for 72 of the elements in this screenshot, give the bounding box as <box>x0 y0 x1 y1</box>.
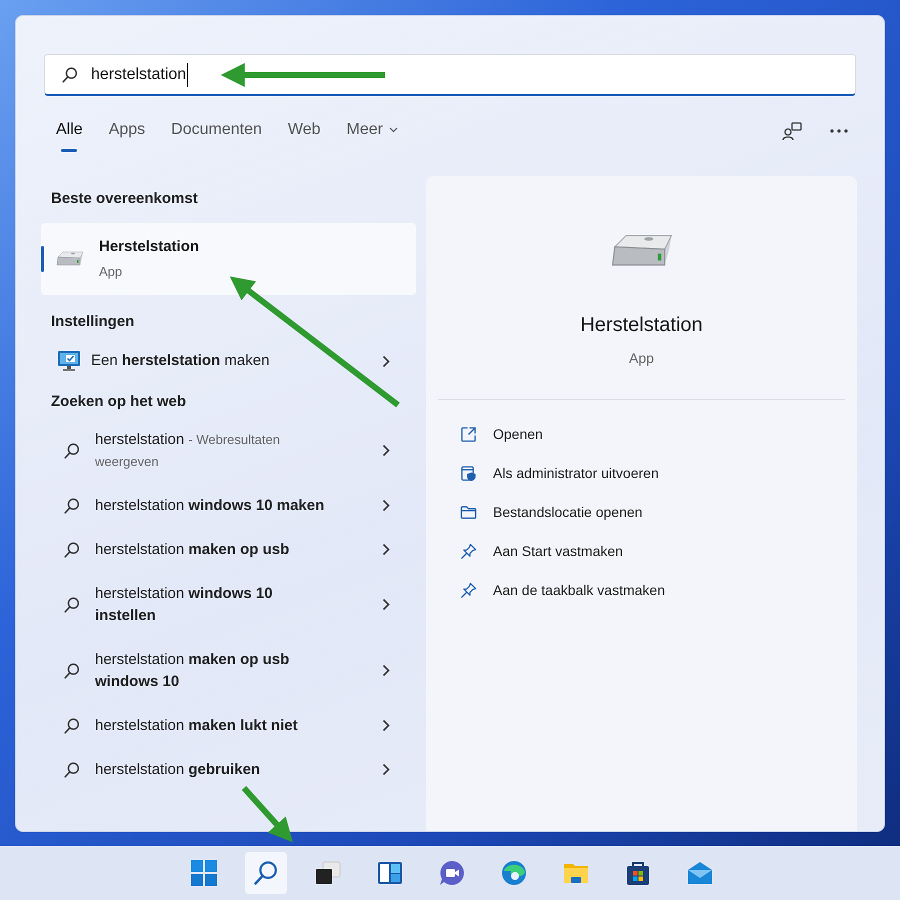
preview-action[interactable]: Aan Start vastmaken <box>438 532 845 570</box>
chevron-icon <box>382 598 390 611</box>
search-icon <box>63 760 81 778</box>
filter-tab[interactable]: Alle <box>56 110 83 152</box>
monitor-icon <box>57 349 81 373</box>
result-text: herstelstation maken lukt niet <box>95 716 299 736</box>
chevron-icon <box>382 444 390 457</box>
annotation-arrow <box>242 786 293 842</box>
shopping-bag-icon <box>624 859 652 887</box>
search-icon <box>63 596 81 614</box>
settings-result[interactable]: Een herstelstation maken <box>41 343 416 379</box>
section-heading: Zoeken op het web <box>51 392 188 412</box>
chevron-icon <box>382 763 390 776</box>
app-name: Herstelstation <box>99 237 200 257</box>
widgets-icon <box>376 859 404 887</box>
search-icon <box>63 442 81 460</box>
app-type: App <box>99 262 124 281</box>
filter-tab[interactable]: Web <box>288 110 320 152</box>
task-view-icon <box>314 859 342 887</box>
more-icon <box>830 129 848 133</box>
result-text: Een herstelstation maken <box>91 350 270 371</box>
result-text: herstelstation gebruiken <box>95 760 262 780</box>
external-link-icon <box>460 426 477 443</box>
search-icon <box>63 540 81 558</box>
web-search-result[interactable]: herstelstation maken lukt niet <box>41 704 416 748</box>
pin-icon <box>460 582 477 599</box>
windows-logo-icon <box>190 859 218 887</box>
search-icon <box>61 66 79 84</box>
preview-action[interactable]: Bestandslocatie openen <box>438 494 845 531</box>
envelope-icon <box>686 859 714 887</box>
section-heading: Instellingen <box>51 312 136 332</box>
shield-window-icon <box>460 464 477 482</box>
people-icon <box>782 121 802 141</box>
preview-action[interactable]: Aan de taakbalk vastmaken <box>438 572 845 609</box>
drive-icon <box>55 250 85 268</box>
more-options-button[interactable] <box>828 127 850 135</box>
chevron-icon <box>382 499 390 512</box>
web-search-result[interactable]: herstelstation windows 10 maken <box>41 484 416 528</box>
preview-action[interactable]: Openen <box>438 416 845 453</box>
result-text: herstelstation maken op usb <box>95 540 290 560</box>
chevron-icon <box>382 543 390 556</box>
search-field[interactable]: herstelstation <box>44 54 856 96</box>
chevron-icon <box>382 354 390 368</box>
chevron-icon <box>382 664 390 677</box>
search-icon <box>63 496 81 514</box>
chat-bubble-icon <box>438 859 466 887</box>
web-search-result[interactable]: herstelstation windows 10 instellen <box>41 572 416 638</box>
search-icon <box>63 662 81 680</box>
best-match-item[interactable]: Herstelstation App <box>41 222 416 294</box>
folder-icon <box>460 504 477 521</box>
web-search-result[interactable]: herstelstation gebruiken <box>41 748 416 792</box>
result-text: herstelstation windows 10 maken <box>95 496 326 516</box>
filter-tab[interactable]: Meer <box>346 110 398 152</box>
section-heading: Beste overeenkomst <box>51 189 199 209</box>
preview-subtitle: App <box>629 348 654 368</box>
preview-action[interactable]: Als administrator uitvoeren <box>438 454 845 492</box>
search-value: herstelstation <box>91 62 188 86</box>
web-search-result[interactable]: herstelstation maken op usb <box>41 528 416 572</box>
filter-tab[interactable]: Documenten <box>171 110 262 152</box>
preview-title: Herstelstation <box>580 312 703 338</box>
filter-tab[interactable]: Apps <box>108 110 146 152</box>
search-icon <box>63 716 81 734</box>
chevron-icon <box>382 719 390 732</box>
web-search-result[interactable]: herstelstation - Webresultaten weergeven <box>41 418 416 484</box>
result-text: herstelstation maken op usb windows 10 <box>95 650 290 692</box>
search-icon <box>252 859 280 887</box>
result-text: herstelstation windows 10 instellen <box>95 584 274 626</box>
pin-icon <box>460 542 477 560</box>
browser-icon <box>500 859 528 887</box>
taskbar-button[interactable] <box>245 852 287 894</box>
web-search-result[interactable]: herstelstation maken op usb windows 10 <box>41 638 416 704</box>
result-text: herstelstation - Webresultaten weergeven <box>95 430 281 471</box>
